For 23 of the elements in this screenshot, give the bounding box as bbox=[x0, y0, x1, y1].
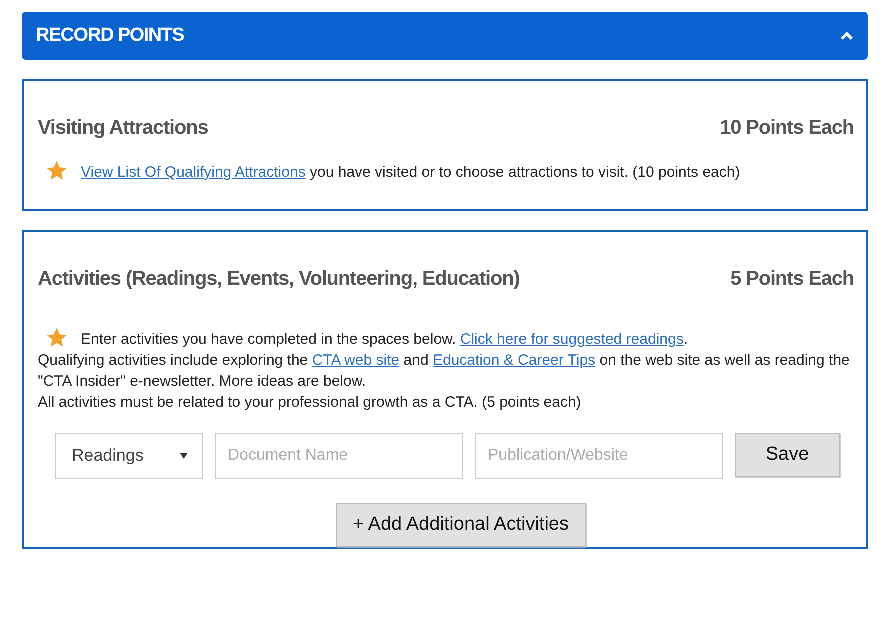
section-title: Activities (Readings, Events, Volunteering, Education) bbox=[38, 268, 520, 291]
publication-field[interactable]: Publication/Website bbox=[475, 433, 723, 479]
caret-icon bbox=[840, 31, 854, 41]
star-icon bbox=[46, 327, 68, 348]
star-icon bbox=[46, 160, 68, 181]
link[interactable]: Education & Career Tips bbox=[432, 352, 596, 369]
save-button[interactable]: Save bbox=[735, 433, 840, 477]
add-activities-button[interactable]: + Add Additional Activities bbox=[336, 503, 586, 547]
link[interactable]: View List Of Qualifying Attractions bbox=[81, 164, 306, 181]
type-dropdown[interactable]: Readings bbox=[55, 433, 203, 479]
points-label: 10 Points Each bbox=[720, 117, 854, 140]
dropdown-arrow-icon bbox=[180, 453, 188, 459]
instructions-text: View List Of Qualifying Attractions you have visited or to choose attractions to visit. (10 points each) bbox=[38, 160, 854, 183]
instructions-text: Qualifying activities include exploring the CTA web site and Education & Career Tips on the web site as well as reading the "CTA Insider" e-newsletter. More ideas are below. bbox=[38, 351, 851, 392]
header-title: RECORD POINTS bbox=[36, 25, 184, 47]
link[interactable]: Click here for suggested readings bbox=[460, 331, 684, 348]
points-label: 5 Points Each bbox=[730, 268, 854, 291]
link[interactable]: CTA web site bbox=[312, 352, 400, 369]
section-header[interactable]: RECORD POINTS bbox=[22, 12, 868, 60]
document-name-field[interactable]: Document Name bbox=[215, 433, 463, 479]
instructions-text: Enter activities you have completed in the spaces below. Click here for suggested readings. bbox=[38, 327, 854, 350]
section-title: Visiting Attractions bbox=[38, 117, 208, 140]
instructions-text: All activities must be related to your professional growth as a CTA. (5 points each) bbox=[38, 393, 582, 413]
